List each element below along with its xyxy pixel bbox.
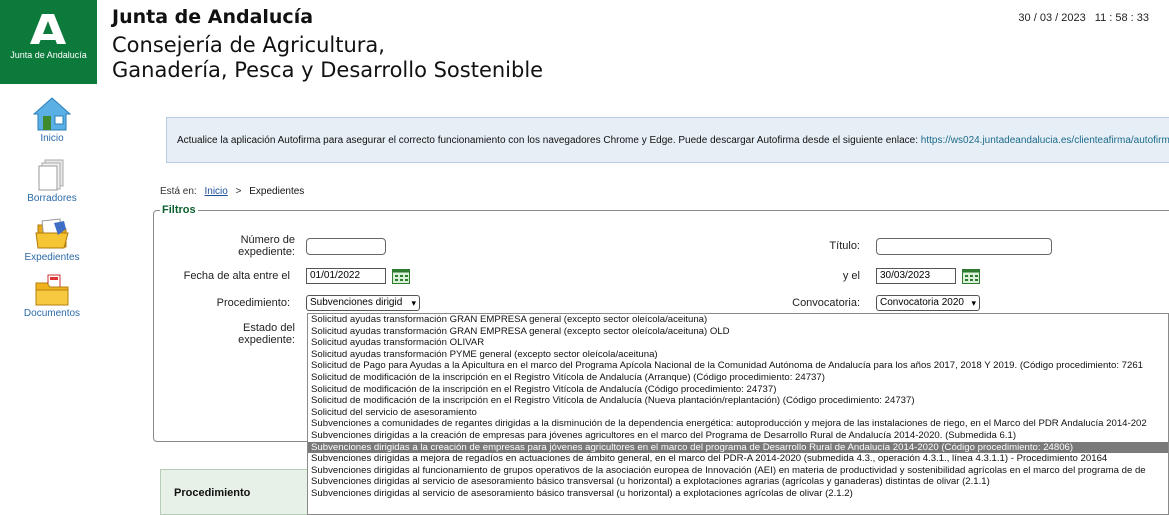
titulo-input[interactable] xyxy=(876,238,1052,255)
nav-item-documentos[interactable]: Documentos xyxy=(0,273,104,319)
nav-item-expedientes[interactable]: Expedientes xyxy=(0,217,104,263)
department-line-1: Consejería de Agricultura, xyxy=(112,33,385,57)
chevron-down-icon: ▾ xyxy=(971,298,976,308)
results-header-procedimiento: Procedimiento xyxy=(174,487,251,499)
dropdown-option[interactable]: Solicitud ayudas transformación OLIVAR xyxy=(308,337,1168,349)
breadcrumb-home-link[interactable]: Inicio xyxy=(204,186,227,197)
estado-expediente-label: Estado del expediente: xyxy=(238,322,295,346)
calendar-icon[interactable] xyxy=(962,268,980,284)
procedimiento-dropdown-list[interactable]: Solicitud ayudas transformación GRAN EMP… xyxy=(307,313,1169,515)
fecha-alta-label: Fecha de alta entre el xyxy=(183,270,290,282)
fecha-desde-input[interactable]: 01/01/2022 xyxy=(306,268,386,284)
org-title: Junta de Andalucía xyxy=(112,6,314,28)
logo-text: Junta de Andalucía xyxy=(10,50,87,60)
breadcrumb-prefix: Está en: xyxy=(160,186,197,197)
department-name: Consejería de Agricultura, Ganadería, Pe… xyxy=(112,33,543,83)
breadcrumb-separator: > xyxy=(235,186,242,197)
junta-logo[interactable]: Junta de Andalucía xyxy=(0,0,97,84)
dropdown-option[interactable]: Solicitud ayudas transformación PYME gen… xyxy=(308,349,1168,361)
dropdown-option[interactable]: Solicitud de modificación de la inscripc… xyxy=(308,384,1168,396)
results-panel: Procedimiento xyxy=(160,469,320,515)
dropdown-option[interactable]: Solicitud del servicio de asesoramiento xyxy=(308,407,1168,419)
dropdown-option[interactable]: Subvenciones dirigidas al funcionamiento… xyxy=(308,465,1168,477)
drafts-icon xyxy=(38,159,64,191)
current-date: 30 / 03 / 2023 xyxy=(1018,12,1086,24)
breadcrumb-current: Expedientes xyxy=(249,186,305,197)
dropdown-option[interactable]: Solicitud de modificación de la inscripc… xyxy=(308,372,1168,384)
calendar-icon[interactable] xyxy=(392,268,410,284)
home-icon xyxy=(32,97,72,131)
fecha-y-label: y el xyxy=(842,270,860,282)
dropdown-option[interactable]: Solicitud ayudas transformación GRAN EMP… xyxy=(308,314,1168,326)
dropdown-option[interactable]: Subvenciones dirigidas a mejora de regad… xyxy=(308,453,1168,465)
procedimiento-select-value: Subvenciones dirigid xyxy=(310,297,403,308)
nav-label-inicio: Inicio xyxy=(40,133,64,144)
nav-label-documentos: Documentos xyxy=(23,308,81,319)
folder-icon xyxy=(35,218,69,249)
datetime: 30 / 03 / 2023 11 : 58 : 33 xyxy=(1012,12,1149,24)
dropdown-option[interactable]: Solicitud de modificación de la inscripc… xyxy=(308,395,1168,407)
current-time: 11 : 58 : 33 xyxy=(1094,12,1149,24)
procedimiento-select[interactable]: Subvenciones dirigid ▾ xyxy=(306,295,420,311)
procedimiento-label: Procedimiento: xyxy=(216,297,290,309)
dropdown-option[interactable]: Subvenciones dirigidas al servicio de as… xyxy=(308,488,1168,500)
nav-label-expedientes: Expedientes xyxy=(24,252,80,263)
dropdown-option[interactable]: Solicitud de Pago para Ayudas a la Apicu… xyxy=(308,360,1168,372)
dropdown-option[interactable]: Solicitud ayudas transformación GRAN EMP… xyxy=(308,326,1168,338)
dropdown-option[interactable]: Subvenciones dirigidas a la creación de … xyxy=(308,430,1168,442)
junta-logo-icon xyxy=(30,14,66,44)
chevron-down-icon: ▾ xyxy=(411,298,416,308)
convocatoria-select[interactable]: Convocatoria 2020 ▾ xyxy=(876,295,980,311)
convocatoria-label: Convocatoria: xyxy=(792,297,860,309)
autofirma-link[interactable]: https://ws024.juntadeandalucia.es/client… xyxy=(921,135,1169,146)
filters-legend: Filtros xyxy=(160,204,198,216)
dropdown-option[interactable]: Subvenciones a comunidades de regantes d… xyxy=(308,418,1168,430)
nav-item-inicio[interactable]: Inicio xyxy=(0,96,104,144)
documents-icon xyxy=(35,274,69,306)
convocatoria-select-value: Convocatoria 2020 xyxy=(880,297,964,308)
nav-item-borradores[interactable]: Borradores xyxy=(0,158,104,204)
numero-expediente-label: Número de expediente: xyxy=(238,234,295,258)
dropdown-option[interactable]: Subvenciones dirigidas al servicio de as… xyxy=(308,476,1168,488)
banner-text: Actualice la aplicación Autofirma para a… xyxy=(177,135,921,146)
fecha-hasta-input[interactable]: 30/03/2023 xyxy=(876,268,956,284)
numero-expediente-input[interactable] xyxy=(306,238,386,255)
autofirma-banner: Actualice la aplicación Autofirma para a… xyxy=(166,117,1169,163)
nav-label-borradores: Borradores xyxy=(27,193,77,204)
titulo-label: Título: xyxy=(829,240,860,252)
dropdown-option[interactable]: Subvenciones dirigidas a la creación de … xyxy=(308,441,1168,454)
breadcrumb: Está en: Inicio > Expedientes xyxy=(160,186,304,197)
department-line-2: Ganadería, Pesca y Desarrollo Sostenible xyxy=(112,58,544,82)
